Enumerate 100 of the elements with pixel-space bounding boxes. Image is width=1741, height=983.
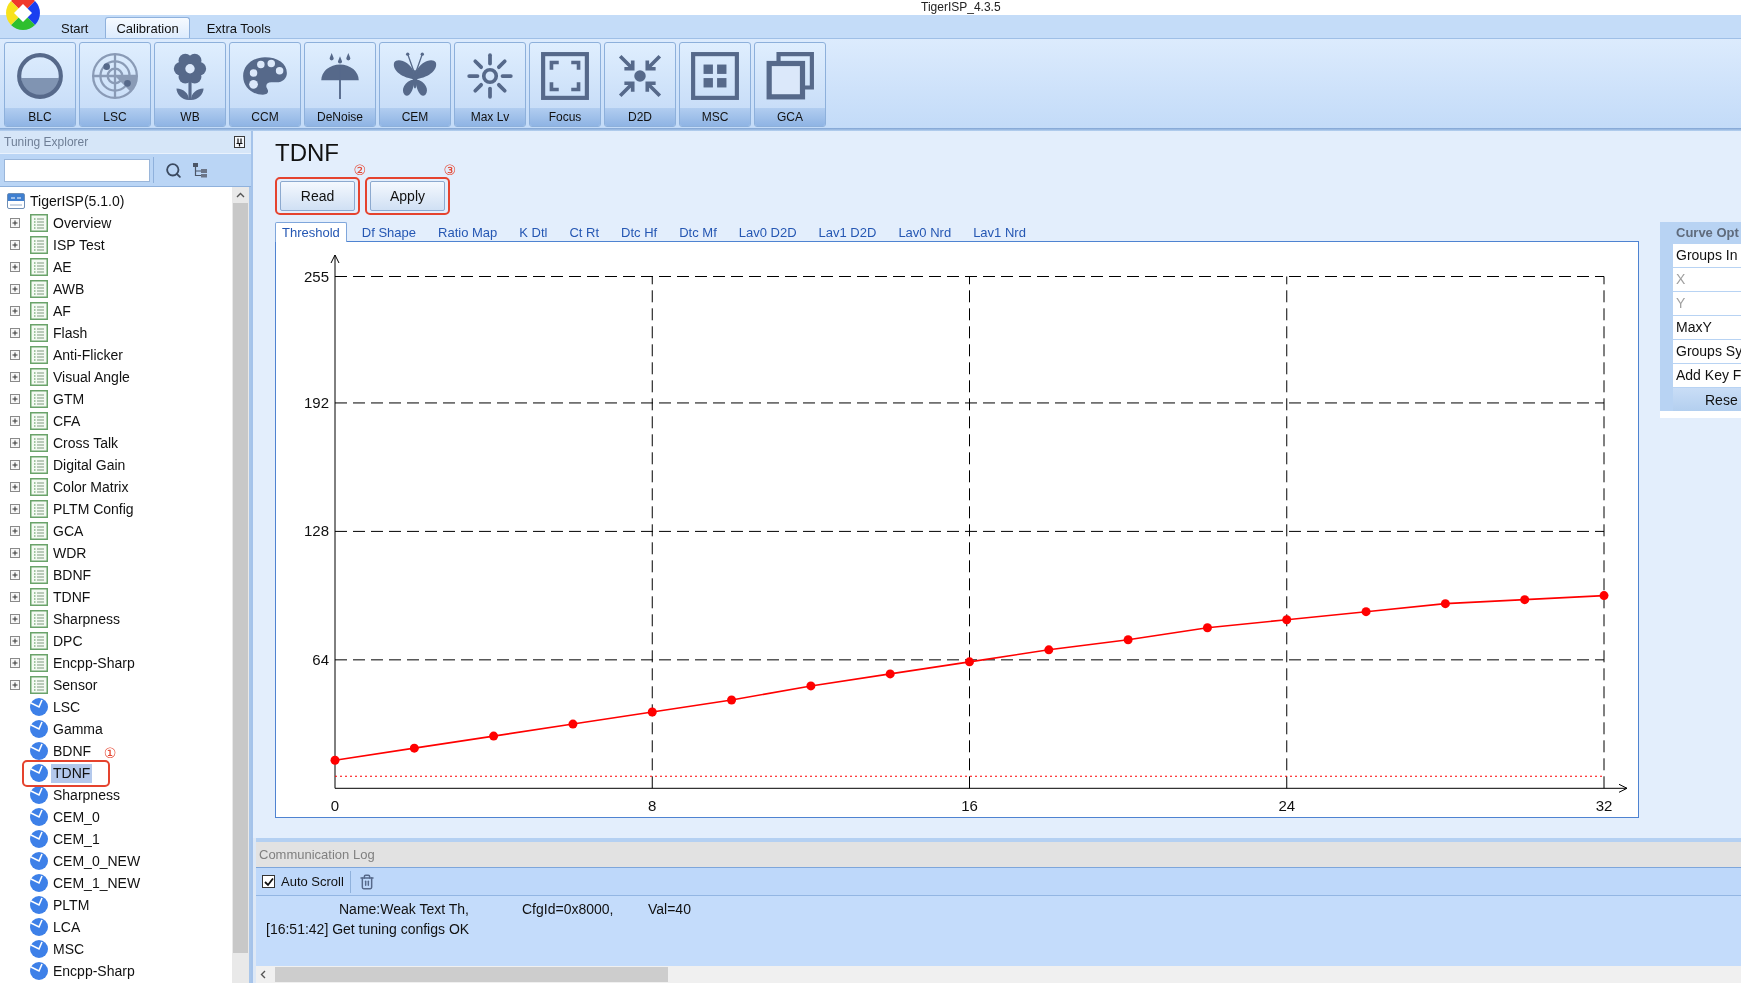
- tree-item[interactable]: ISP Test: [51, 235, 107, 255]
- tree-item[interactable]: Anti-Flicker: [51, 345, 125, 365]
- expand-icon[interactable]: [10, 460, 20, 470]
- data-point[interactable]: [647, 707, 657, 717]
- tab[interactable]: Lav1 Nrd: [966, 222, 1033, 242]
- tab[interactable]: Lav0 Nrd: [891, 222, 959, 242]
- tree-item[interactable]: Encpp-Sharp: [51, 961, 137, 981]
- tree-item[interactable]: WDR: [51, 543, 89, 563]
- data-point[interactable]: [1361, 607, 1371, 617]
- option-row[interactable]: MaxY: [1673, 316, 1741, 339]
- ribbon-tab[interactable]: Extra Tools: [195, 17, 282, 38]
- tree-item[interactable]: Cross Talk: [51, 433, 121, 453]
- tree-item[interactable]: Encpp-Sharp: [51, 653, 137, 673]
- tree-item[interactable]: Digital Gain: [51, 455, 128, 475]
- trash-icon[interactable]: [358, 873, 375, 890]
- tab[interactable]: Lav1 D2D: [811, 222, 884, 242]
- data-point[interactable]: [1599, 591, 1609, 601]
- tab[interactable]: Dtc Hf: [614, 222, 665, 242]
- data-point[interactable]: [1282, 615, 1292, 625]
- expand-icon[interactable]: [10, 438, 20, 448]
- option-row[interactable]: Add Key F: [1673, 364, 1741, 387]
- ribbon-button[interactable]: GCA: [754, 42, 826, 127]
- tab[interactable]: Df Shape: [354, 222, 423, 242]
- option-row[interactable]: Groups In: [1673, 244, 1741, 267]
- expand-icon[interactable]: [10, 394, 20, 404]
- tree-item[interactable]: GTM: [51, 389, 87, 409]
- expand-icon[interactable]: [10, 218, 20, 228]
- data-point[interactable]: [1044, 645, 1054, 655]
- tree-item[interactable]: Color Matrix: [51, 477, 131, 497]
- data-point[interactable]: [568, 719, 578, 729]
- expand-icon[interactable]: [10, 240, 20, 250]
- expand-icon[interactable]: [10, 526, 20, 536]
- data-point[interactable]: [330, 755, 340, 765]
- ribbon-button[interactable]: LSC: [79, 42, 151, 127]
- expand-icon[interactable]: [10, 372, 20, 382]
- data-point[interactable]: [727, 695, 737, 705]
- tree-item[interactable]: Visual Angle: [51, 367, 132, 387]
- pin-icon[interactable]: [234, 136, 245, 148]
- tree-item[interactable]: Sharpness: [51, 785, 122, 805]
- tab[interactable]: K Dtl: [512, 222, 555, 242]
- tree-item[interactable]: Flash: [51, 323, 90, 343]
- ribbon-tab[interactable]: Start: [50, 17, 100, 38]
- ribbon-tab[interactable]: Calibration: [105, 17, 190, 38]
- data-point[interactable]: [1202, 623, 1212, 633]
- expand-icon[interactable]: [10, 570, 20, 580]
- tree-item[interactable]: BDNF: [51, 741, 94, 761]
- expand-icon[interactable]: [10, 636, 20, 646]
- expand-icon[interactable]: [10, 306, 20, 316]
- tree-item[interactable]: TigerISP(5.1.0): [28, 191, 127, 211]
- chevron-up-icon[interactable]: [236, 192, 245, 198]
- tree-item[interactable]: DPC: [51, 631, 85, 651]
- tree-item[interactable]: CEM_1_NEW: [51, 873, 143, 893]
- data-point[interactable]: [489, 731, 499, 741]
- tree-item[interactable]: TDNF: [51, 763, 93, 783]
- expand-icon[interactable]: [10, 504, 20, 514]
- tree-item[interactable]: LCA: [51, 917, 83, 937]
- checkbox[interactable]: [262, 875, 275, 888]
- expand-icon[interactable]: [10, 680, 20, 690]
- reset-button[interactable]: Rese: [1673, 388, 1741, 411]
- expand-icon[interactable]: [10, 284, 20, 294]
- ribbon-button[interactable]: MSC: [679, 42, 751, 127]
- expand-icon[interactable]: [10, 262, 20, 272]
- expand-icon[interactable]: [10, 328, 20, 338]
- tree-item[interactable]: CEM_0_NEW: [51, 851, 143, 871]
- tree-item[interactable]: LSC: [51, 697, 83, 717]
- expand-icon[interactable]: [10, 548, 20, 558]
- tree-item[interactable]: GCA: [51, 521, 86, 541]
- action-button[interactable]: Apply: [370, 181, 445, 211]
- tree-item[interactable]: AF: [51, 301, 73, 321]
- ribbon-button[interactable]: D2D: [604, 42, 676, 127]
- tab[interactable]: Lav0 D2D: [731, 222, 804, 242]
- tab[interactable]: Ct Rt: [562, 222, 607, 242]
- tab[interactable]: Ratio Map: [431, 222, 505, 242]
- tree-item[interactable]: CEM_1: [51, 829, 102, 849]
- tree-item[interactable]: TDNF: [51, 587, 93, 607]
- tree-item[interactable]: Sensor: [51, 675, 100, 695]
- tree-item[interactable]: Sharpness: [51, 609, 122, 629]
- tree-item[interactable]: CFA: [51, 411, 83, 431]
- hierarchy-icon[interactable]: [192, 162, 208, 178]
- tree-item[interactable]: AE: [51, 257, 74, 277]
- data-point[interactable]: [965, 657, 974, 667]
- scrollbar-thumb[interactable]: [275, 967, 668, 982]
- tree-item[interactable]: PLTM Config: [51, 499, 136, 519]
- checkbox-label[interactable]: Auto Scroll: [281, 874, 344, 889]
- expand-icon[interactable]: [10, 592, 20, 602]
- data-point[interactable]: [409, 743, 419, 753]
- action-button[interactable]: Read: [280, 181, 355, 211]
- tree-item[interactable]: Gamma: [51, 719, 105, 739]
- tree-item[interactable]: CEM_0: [51, 807, 102, 827]
- tree-item[interactable]: Overview: [51, 213, 114, 233]
- ribbon-button[interactable]: DeNoise: [304, 42, 376, 127]
- data-point[interactable]: [1440, 599, 1450, 609]
- tree-item[interactable]: AWB: [51, 279, 87, 299]
- chevron-left-icon[interactable]: [260, 970, 266, 979]
- scrollbar-thumb[interactable]: [233, 203, 248, 953]
- search-icon[interactable]: [164, 161, 182, 179]
- expand-icon[interactable]: [10, 614, 20, 624]
- tree-item[interactable]: PLTM: [51, 895, 92, 915]
- ribbon-button[interactable]: BLC: [4, 42, 76, 127]
- ribbon-button[interactable]: WB: [154, 42, 226, 127]
